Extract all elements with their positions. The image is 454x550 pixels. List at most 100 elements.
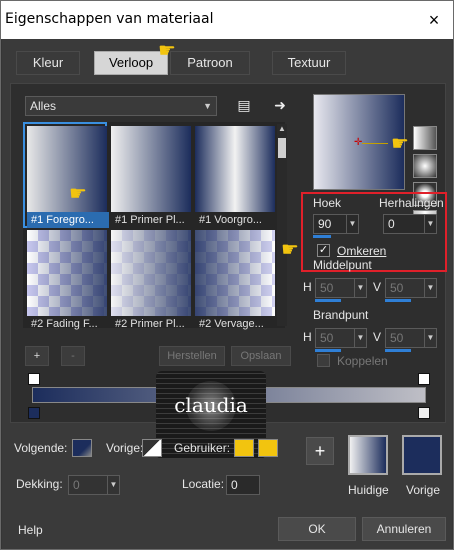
focal-v-value: 50 (390, 331, 404, 345)
thumbnail-label: #1 Voorgro... (199, 214, 262, 226)
thumbnail-item[interactable]: #2 Fading F... (25, 228, 109, 334)
angle-value: 90 (318, 217, 332, 231)
color-stop-bottom-right[interactable] (418, 407, 430, 419)
repeats-label: Herhalingen (379, 196, 444, 210)
prev-label: Vorige: (106, 441, 144, 455)
close-icon[interactable]: × (423, 9, 445, 31)
thumbnail-label: #1 Primer Pl... (115, 214, 185, 226)
chevron-down-icon: ▼ (203, 101, 212, 111)
add-stop-button[interactable]: + (306, 437, 334, 465)
user-label: Gebruiker: (174, 441, 231, 455)
focal-v-bar[interactable] (385, 349, 411, 352)
gradient-swatch (111, 126, 191, 212)
next-label: Volgende: (14, 441, 68, 455)
repeats-value: 0 (388, 217, 395, 231)
ok-button[interactable]: OK (278, 517, 356, 541)
linear-style-button[interactable] (413, 126, 437, 150)
focal-v-label: V (373, 330, 382, 344)
category-dropdown[interactable]: Alles ▼ (25, 96, 217, 116)
current-label: Huidige (348, 483, 389, 497)
pointing-hand-icon: ☛ (158, 40, 176, 62)
remove-gradient-button[interactable]: - (61, 346, 85, 366)
color-stop-top-left[interactable] (28, 373, 40, 385)
focal-label: Brandpunt (313, 308, 369, 322)
user-swatch-1[interactable] (234, 439, 254, 457)
center-v-value: 50 (390, 281, 404, 295)
user-swatch-2[interactable] (258, 439, 278, 457)
center-v-label: V (373, 280, 382, 294)
center-v-input[interactable]: 50 ▼ (385, 278, 437, 298)
chevron-down-icon[interactable]: ▼ (424, 215, 436, 233)
rectangular-style-button[interactable] (413, 154, 437, 178)
chevron-down-icon[interactable]: ▼ (107, 476, 119, 494)
location-value: 0 (231, 478, 238, 492)
cancel-button[interactable]: Annuleren (362, 517, 446, 541)
link-checkbox[interactable] (317, 354, 330, 367)
angle-slider-bar[interactable] (313, 235, 331, 238)
tab-patroon[interactable]: Patroon (170, 51, 250, 75)
location-label: Locatie: (182, 477, 225, 491)
previous-material-swatch[interactable] (402, 435, 442, 475)
reverse-label: Omkeren (337, 244, 387, 258)
help-link[interactable]: Help (18, 523, 43, 537)
thumbnail-item[interactable]: #2 Vervage... (193, 228, 277, 334)
reverse-checkbox[interactable]: ✓ (317, 244, 330, 257)
tab-kleur[interactable]: Kleur (16, 51, 80, 75)
bottom-controls: Volgende: Vorige: Gebruiker: Dekking: 0 … (2, 429, 452, 549)
thumbnail-item[interactable]: #1 Primer Pl... (109, 124, 193, 230)
chevron-down-icon[interactable]: ▼ (424, 329, 436, 347)
category-value: Alles (30, 99, 57, 113)
gradient-swatch (27, 126, 107, 212)
color-stop-bottom-left[interactable] (28, 407, 40, 419)
thumbnail-label: #1 Foregro... (27, 212, 109, 228)
scroll-up-icon[interactable]: ▲ (277, 124, 287, 133)
thumbnail-item[interactable]: #1 Foregro... ☛ (23, 122, 109, 228)
opacity-value: 0 (73, 478, 80, 492)
next-swatch[interactable] (72, 439, 92, 457)
location-input[interactable]: 0 (226, 475, 260, 495)
chevron-down-icon[interactable]: ▼ (424, 279, 436, 297)
focal-v-input[interactable]: 50 ▼ (385, 328, 437, 348)
gradient-thumbnail-grid: #1 Foregro... ☛ #1 Primer Pl... #1 Voorg… (23, 122, 285, 330)
current-material-swatch[interactable] (348, 435, 388, 475)
angle-line (362, 143, 388, 144)
thumbnail-scrollbar[interactable]: ▲ (277, 124, 287, 326)
thumbnail-item[interactable]: #2 Primer Pl... (109, 228, 193, 334)
logo-text: claudia (174, 393, 248, 417)
tab-textuur[interactable]: Textuur (272, 51, 346, 75)
thumbnail-label: #2 Vervage... (199, 318, 264, 330)
center-h-bar[interactable] (315, 299, 341, 302)
previous-label: Vorige (406, 483, 441, 497)
window-title: Eigenschappen van materiaal (5, 11, 214, 27)
angle-input[interactable]: 90 ▼ (313, 214, 359, 234)
thumbnail-item[interactable]: #1 Voorgro... (193, 124, 277, 230)
restore-button[interactable]: Herstellen (159, 346, 225, 366)
arrow-right-icon[interactable]: ➜ (269, 94, 291, 116)
center-h-input[interactable]: 50 ▼ (315, 278, 367, 298)
library-icon[interactable]: ▤ (233, 94, 255, 116)
chevron-down-icon[interactable]: ▼ (354, 329, 366, 347)
thumbnail-label: #2 Fading F... (31, 318, 98, 330)
center-v-bar[interactable] (385, 299, 411, 302)
opacity-label: Dekking: (16, 477, 63, 491)
focal-h-input[interactable]: 50 ▼ (315, 328, 367, 348)
focal-h-bar[interactable] (315, 349, 341, 352)
center-label: Middelpunt (313, 258, 372, 272)
repeats-input[interactable]: 0 ▼ (383, 214, 437, 234)
chevron-down-icon[interactable]: ▼ (346, 215, 358, 233)
prev-swatch[interactable] (142, 439, 162, 457)
add-gradient-button[interactable]: + (25, 346, 49, 366)
link-label: Koppelen (337, 354, 388, 368)
gradient-swatch (195, 126, 275, 212)
pointing-hand-icon: ☛ (281, 239, 299, 261)
tab-verloop[interactable]: Verloop (94, 51, 168, 75)
opacity-input[interactable]: 0 ▼ (68, 475, 120, 495)
pointing-hand-icon: ☛ (391, 133, 409, 155)
focal-h-value: 50 (320, 331, 334, 345)
chevron-down-icon[interactable]: ▼ (354, 279, 366, 297)
angle-label: Hoek (313, 196, 342, 210)
color-stop-top-right[interactable] (418, 373, 430, 385)
center-h-label: H (303, 280, 312, 294)
scroll-thumb[interactable] (278, 138, 286, 158)
save-button[interactable]: Opslaan (231, 346, 291, 366)
